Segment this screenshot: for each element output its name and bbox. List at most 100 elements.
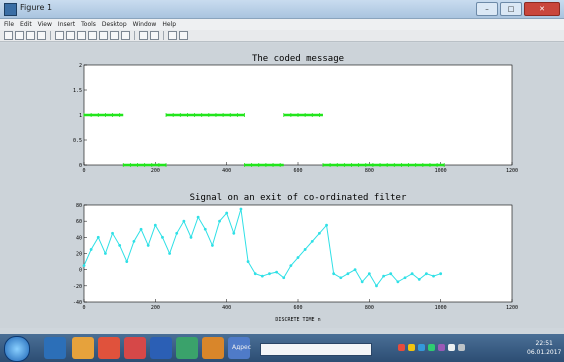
signal-point [203, 227, 207, 231]
tray-icon[interactable] [408, 344, 415, 351]
rotate-icon[interactable] [99, 31, 108, 40]
save-icon[interactable] [26, 31, 35, 40]
legend-icon[interactable] [150, 31, 159, 40]
x-tick-label: 800 [365, 305, 374, 311]
signal-point [382, 274, 385, 278]
x-tick-label: 800 [365, 168, 374, 174]
signal-point [425, 272, 428, 276]
pointer-icon[interactable] [55, 31, 64, 40]
zoom-in-icon[interactable] [66, 31, 75, 40]
signal-point [225, 211, 229, 215]
signal-point [296, 256, 300, 259]
zoom-out-icon[interactable] [77, 31, 86, 40]
tray-icon[interactable] [398, 344, 405, 351]
hide-tools-icon[interactable] [168, 31, 177, 40]
window-controls: – □ ✕ [476, 2, 560, 16]
signal-point [196, 215, 200, 219]
signal-point [161, 235, 164, 239]
pan-icon[interactable] [88, 31, 97, 40]
taskbar-app-icon[interactable] [124, 337, 146, 359]
x-tick-label: 600 [293, 168, 302, 174]
x-tick-label: 0 [82, 305, 85, 311]
signal-point [253, 272, 257, 276]
x-tick-label: 400 [222, 305, 231, 311]
volume-icon[interactable] [448, 344, 455, 351]
signal-point [310, 239, 314, 243]
menu-view[interactable]: View [38, 19, 52, 30]
bottom-axes: Signal on an exit of co-ordinated filter… [73, 193, 518, 323]
menu-help[interactable]: Help [162, 19, 176, 30]
menu-tools[interactable]: Tools [81, 19, 96, 30]
taskbar-folder-icon[interactable] [72, 337, 94, 359]
signal-point [182, 219, 186, 223]
signal-point [118, 244, 122, 247]
signal-point [89, 248, 93, 251]
network-icon[interactable] [458, 344, 465, 351]
figure-toolbar [0, 30, 564, 42]
menu-bar: File Edit View Insert Tools Desktop Wind… [0, 19, 564, 30]
signal-point [289, 264, 293, 268]
y-tick-label: 0 [79, 268, 82, 274]
data-cursor-icon[interactable] [110, 31, 119, 40]
brush-icon[interactable] [121, 31, 130, 40]
signal-point [153, 223, 157, 227]
signal-point [439, 272, 443, 276]
signal-point [125, 260, 129, 263]
signal-point [318, 231, 321, 235]
taskbar-address-field[interactable] [260, 343, 372, 356]
signal-point [367, 272, 371, 276]
x-tick-label: 200 [151, 305, 160, 311]
menu-window[interactable]: Window [133, 19, 157, 30]
taskbar-matlab-icon[interactable] [202, 337, 224, 359]
y-tick-label: 20 [76, 252, 82, 258]
tray-icon[interactable] [428, 344, 435, 351]
menu-desktop[interactable]: Desktop [102, 19, 127, 30]
signal-point [268, 272, 271, 276]
signal-point [82, 264, 86, 268]
signal-point [403, 276, 407, 280]
signal-point [432, 274, 435, 278]
signal-point [410, 272, 414, 276]
taskbar-address-label: Адрес [232, 344, 252, 351]
minimize-button[interactable]: – [476, 2, 498, 16]
taskbar-word-icon[interactable] [150, 337, 172, 359]
signal-point [239, 207, 243, 211]
y-tick-label: 2 [79, 63, 82, 69]
system-tray [398, 344, 465, 351]
colorbar-icon[interactable] [139, 31, 148, 40]
tray-icon[interactable] [438, 344, 445, 351]
signal-point [96, 235, 100, 239]
y-tick-label: -40 [73, 300, 82, 306]
signal-point [346, 272, 350, 276]
taskbar-explorer-icon[interactable] [44, 337, 66, 359]
maximize-button[interactable]: □ [500, 2, 522, 16]
signal-point [417, 277, 421, 281]
signal-point [139, 227, 143, 231]
taskbar-chrome-icon[interactable] [98, 337, 120, 359]
figure-canvas: The coded message 0 200 400 600 800 1000 1200 0… [0, 43, 564, 328]
signal-point [353, 268, 357, 272]
close-button[interactable]: ✕ [524, 2, 560, 16]
x-tick-label: 600 [293, 305, 302, 311]
print-icon[interactable] [37, 31, 46, 40]
menu-file[interactable]: File [4, 19, 14, 30]
new-figure-icon[interactable] [4, 31, 13, 40]
signal-point [275, 270, 278, 274]
taskbar-clock[interactable]: 22:51 06.01.2017 [527, 339, 561, 357]
x-tick-label: 1200 [506, 305, 518, 311]
signal-point [218, 219, 221, 223]
menu-edit[interactable]: Edit [20, 19, 32, 30]
window-title: Figure 1 [20, 3, 53, 12]
bottom-plot-title: Signal on an exit of co-ordinated filter [190, 193, 407, 203]
tray-icon[interactable] [418, 344, 425, 351]
signal-point [111, 231, 114, 235]
toolbar-separator [134, 31, 135, 40]
menu-insert[interactable]: Insert [58, 19, 75, 30]
taskbar-app2-icon[interactable] [176, 337, 198, 359]
show-tools-icon[interactable] [179, 31, 188, 40]
start-button[interactable] [4, 336, 30, 362]
signal-point [375, 284, 378, 288]
signal-point [175, 231, 179, 235]
x-tick-label: 1000 [435, 168, 447, 174]
open-file-icon[interactable] [15, 31, 24, 40]
